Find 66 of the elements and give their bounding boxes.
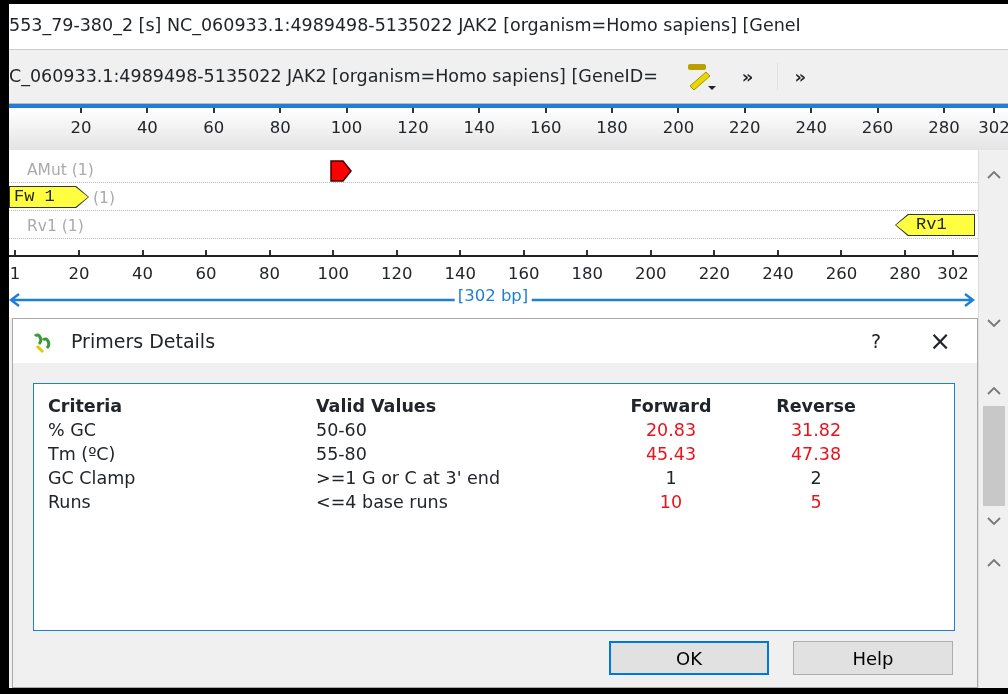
ruler-label: 302: [937, 263, 969, 285]
ruler-label: 60: [195, 263, 217, 285]
table-cell-text: 55-80: [316, 443, 368, 466]
ruler-label: 220: [729, 117, 761, 139]
reverse-primer-arrow: Rv1: [895, 214, 975, 236]
track-label: Rv1 (1): [27, 216, 84, 237]
column-header: Reverse: [775, 395, 857, 418]
dialog-button[interactable]: OK: [609, 641, 769, 675]
table-cell-text: 1: [664, 467, 678, 490]
help-button[interactable]: ?: [871, 326, 882, 356]
table-cell-text: >=1 G or C at 3' end: [316, 467, 501, 490]
table-cell-text: Tm (ºC): [48, 443, 117, 466]
table-cell-text: 2: [809, 467, 823, 490]
ruler-label: 1: [9, 263, 21, 285]
track-label: AMut (1): [27, 160, 94, 181]
forward-primer-arrow: Fw 1: [9, 186, 89, 208]
track-label: (1): [93, 188, 115, 209]
ruler-label: 180: [571, 263, 604, 285]
table-cell-text: 50-60: [316, 419, 368, 442]
table-cell-text: % GC: [48, 419, 97, 442]
column-header: Valid Values: [316, 395, 438, 418]
column-header: Criteria: [48, 394, 316, 418]
close-button[interactable]: ×: [929, 321, 951, 361]
ruler-label: 220: [698, 263, 731, 285]
ruler-label: 200: [635, 263, 667, 285]
overflow-button[interactable]: »: [741, 63, 754, 90]
column-header: Forward: [629, 395, 713, 418]
ruler-label: 280: [889, 263, 921, 285]
ruler-label: 120: [380, 263, 413, 285]
table-cell-text: 45.43: [644, 443, 698, 466]
ruler-label: 100: [317, 263, 349, 285]
ruler-label: 260: [825, 263, 858, 285]
ruler-label: 20: [68, 263, 90, 285]
ruler-label: 260: [861, 117, 894, 139]
ruler-label: 160: [508, 263, 540, 285]
overflow-button[interactable]: »: [777, 63, 807, 90]
dialog-title: Primers Details: [71, 328, 216, 354]
ruler-label: 140: [444, 263, 476, 285]
ruler-label: 140: [463, 117, 496, 139]
ruler-label: 180: [596, 117, 628, 139]
ruler-label: 40: [136, 117, 158, 139]
ruler-label: 280: [928, 117, 960, 139]
table-cell-text: Runs: [48, 491, 92, 514]
table-cell-text: 5: [809, 491, 823, 514]
table-cell-text: 10: [658, 491, 684, 514]
ruler-label: 200: [662, 117, 695, 139]
table-cell-text: <=4 base runs: [316, 491, 449, 514]
ruler-label: 40: [132, 263, 154, 285]
ruler-label: 160: [529, 117, 562, 139]
table-cell-text: 20.83: [644, 419, 698, 442]
ruler-label: 80: [259, 263, 281, 285]
mutation-marker-icon: [329, 158, 353, 183]
window-title: 553_79-380_2 [s] NC_060933.1:4989498-5135022 JAK2 [organism=Homo sapiens] [GeneI: [9, 4, 1008, 50]
table-cell-text: GC Clamp: [48, 467, 137, 490]
table-cell-text: 31.82: [789, 419, 843, 442]
ruler-label: 240: [795, 117, 827, 139]
table-cell-text: 47.38: [789, 443, 843, 466]
ruler-label: 80: [269, 117, 291, 139]
dialog-button[interactable]: Help: [793, 641, 953, 675]
ruler-label: 100: [330, 117, 363, 139]
ruler-label: 60: [203, 117, 225, 139]
ruler-label: 120: [397, 117, 429, 139]
toolbar-text: C_060933.1:4989498-5135022 JAK2 [organism=Homo sapiens] [GeneID=: [9, 65, 658, 89]
ruler-label: 302: [978, 117, 1008, 139]
ruler-label: 20: [70, 117, 92, 139]
ruler-label: 240: [762, 263, 794, 285]
